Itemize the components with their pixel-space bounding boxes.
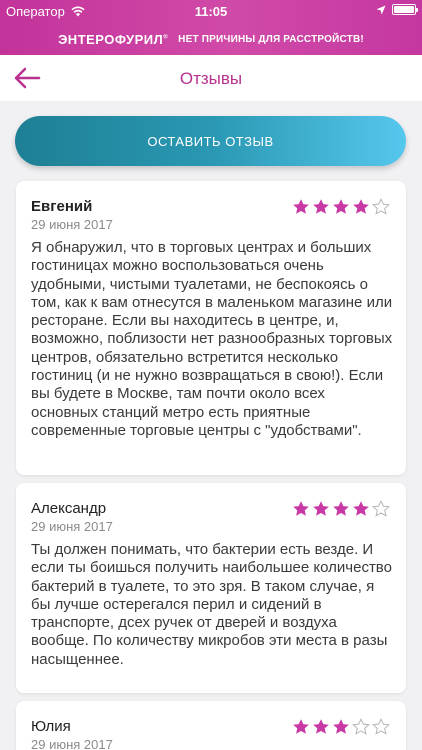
review-text: Ты должен понимать, что бактерии есть ве…	[31, 541, 392, 668]
page-title: Отзывы	[179, 69, 243, 88]
star-empty-icon	[372, 198, 390, 215]
brand-logo: ЭНТЕРОФУРИЛ®	[58, 31, 169, 47]
review-date: 29 июня 2017	[31, 519, 113, 534]
star-filled-icon	[293, 199, 309, 214]
status-bar: Оператор 11:05	[0, 0, 422, 22]
nav-bar: Отзывы	[0, 55, 422, 101]
review-card: Александр 29 июня 2017 Ты должен понимат…	[16, 483, 406, 693]
star-filled-icon	[333, 199, 349, 214]
status-right-group	[376, 4, 418, 15]
review-rating	[292, 718, 390, 736]
star-filled-icon	[353, 199, 369, 214]
star-filled-icon	[293, 719, 309, 734]
review-author: Юлия	[31, 718, 71, 735]
star-filled-icon	[293, 501, 309, 516]
location-arrow-icon	[376, 5, 386, 14]
star-filled-icon	[333, 719, 349, 734]
review-rating	[292, 198, 390, 216]
star-filled-icon	[353, 501, 369, 516]
star-filled-icon	[313, 719, 329, 734]
battery-icon	[392, 4, 418, 15]
star-empty-icon	[372, 500, 390, 517]
status-time: 11:05	[194, 4, 228, 19]
review-card: Юлия 29 июня 2017	[16, 701, 406, 750]
review-date: 29 июня 2017	[31, 737, 113, 750]
star-filled-icon	[333, 501, 349, 516]
star-filled-icon	[313, 501, 329, 516]
review-card: Евгений 29 июня 2017 Я обнаружил, что в …	[16, 181, 406, 475]
review-rating	[292, 500, 390, 518]
review-date: 29 июня 2017	[31, 217, 113, 232]
star-empty-icon	[352, 718, 370, 735]
brand-slogan: НЕТ ПРИЧИНЫ ДЛЯ РАССТРОЙСТВ!	[178, 33, 364, 45]
review-author: Евгений	[31, 198, 93, 215]
star-empty-icon	[372, 718, 390, 735]
brand-bar: ЭНТЕРОФУРИЛ® НЕТ ПРИЧИНЫ ДЛЯ РАССТРОЙСТВ…	[0, 28, 422, 50]
review-author: Александр	[31, 500, 107, 517]
star-filled-icon	[313, 199, 329, 214]
review-text: Я обнаружил, что в торговых центрах и бо…	[31, 239, 393, 439]
leave-review-button[interactable]: ОСТАВИТЬ ОТЗЫВ	[15, 116, 406, 166]
